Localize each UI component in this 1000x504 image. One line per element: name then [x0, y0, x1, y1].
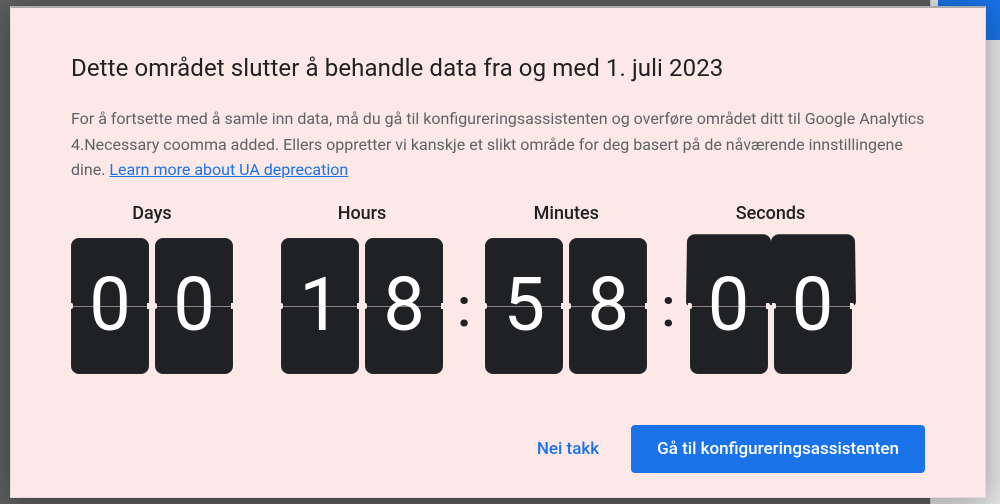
- hours-label: Hours: [338, 203, 387, 224]
- minutes-digit-1: 5: [485, 238, 563, 374]
- countdown-hours: Hours 1 8: [281, 203, 443, 374]
- colon-separator: :: [647, 241, 689, 377]
- seconds-label: Seconds: [736, 203, 806, 224]
- countdown-timer: Days 0 0 Hours 1 8 : Minutes 5 8 : Secon…: [71, 203, 925, 377]
- days-digit-2: 0: [155, 238, 233, 374]
- hours-digit-1: 1: [281, 238, 359, 374]
- countdown-seconds: Seconds 0 0: [690, 203, 852, 374]
- modal-body: For å fortsette med å samle inn data, må…: [71, 106, 925, 183]
- countdown-minutes: Minutes 5 8: [485, 203, 647, 374]
- hours-digit-2: 8: [365, 238, 443, 374]
- go-to-setup-assistant-button[interactable]: Gå til konfigureringsassistenten: [631, 425, 925, 473]
- countdown-days: Days 0 0: [71, 203, 233, 374]
- minutes-digit-2: 8: [569, 238, 647, 374]
- learn-more-link[interactable]: Learn more about UA deprecation: [109, 160, 348, 179]
- dismiss-button[interactable]: Nei takk: [533, 429, 603, 469]
- seconds-digit-2: 0: [774, 238, 852, 374]
- seconds-digit-1: 0: [690, 238, 768, 374]
- days-label: Days: [132, 203, 171, 224]
- minutes-label: Minutes: [534, 203, 599, 224]
- colon-separator: :: [443, 241, 485, 377]
- deprecation-modal: Dette området slutter å behandle data fr…: [10, 6, 986, 498]
- modal-title: Dette området slutter å behandle data fr…: [71, 54, 925, 82]
- days-digit-1: 0: [71, 238, 149, 374]
- modal-actions: Nei takk Gå til konfigureringsassistente…: [71, 405, 925, 473]
